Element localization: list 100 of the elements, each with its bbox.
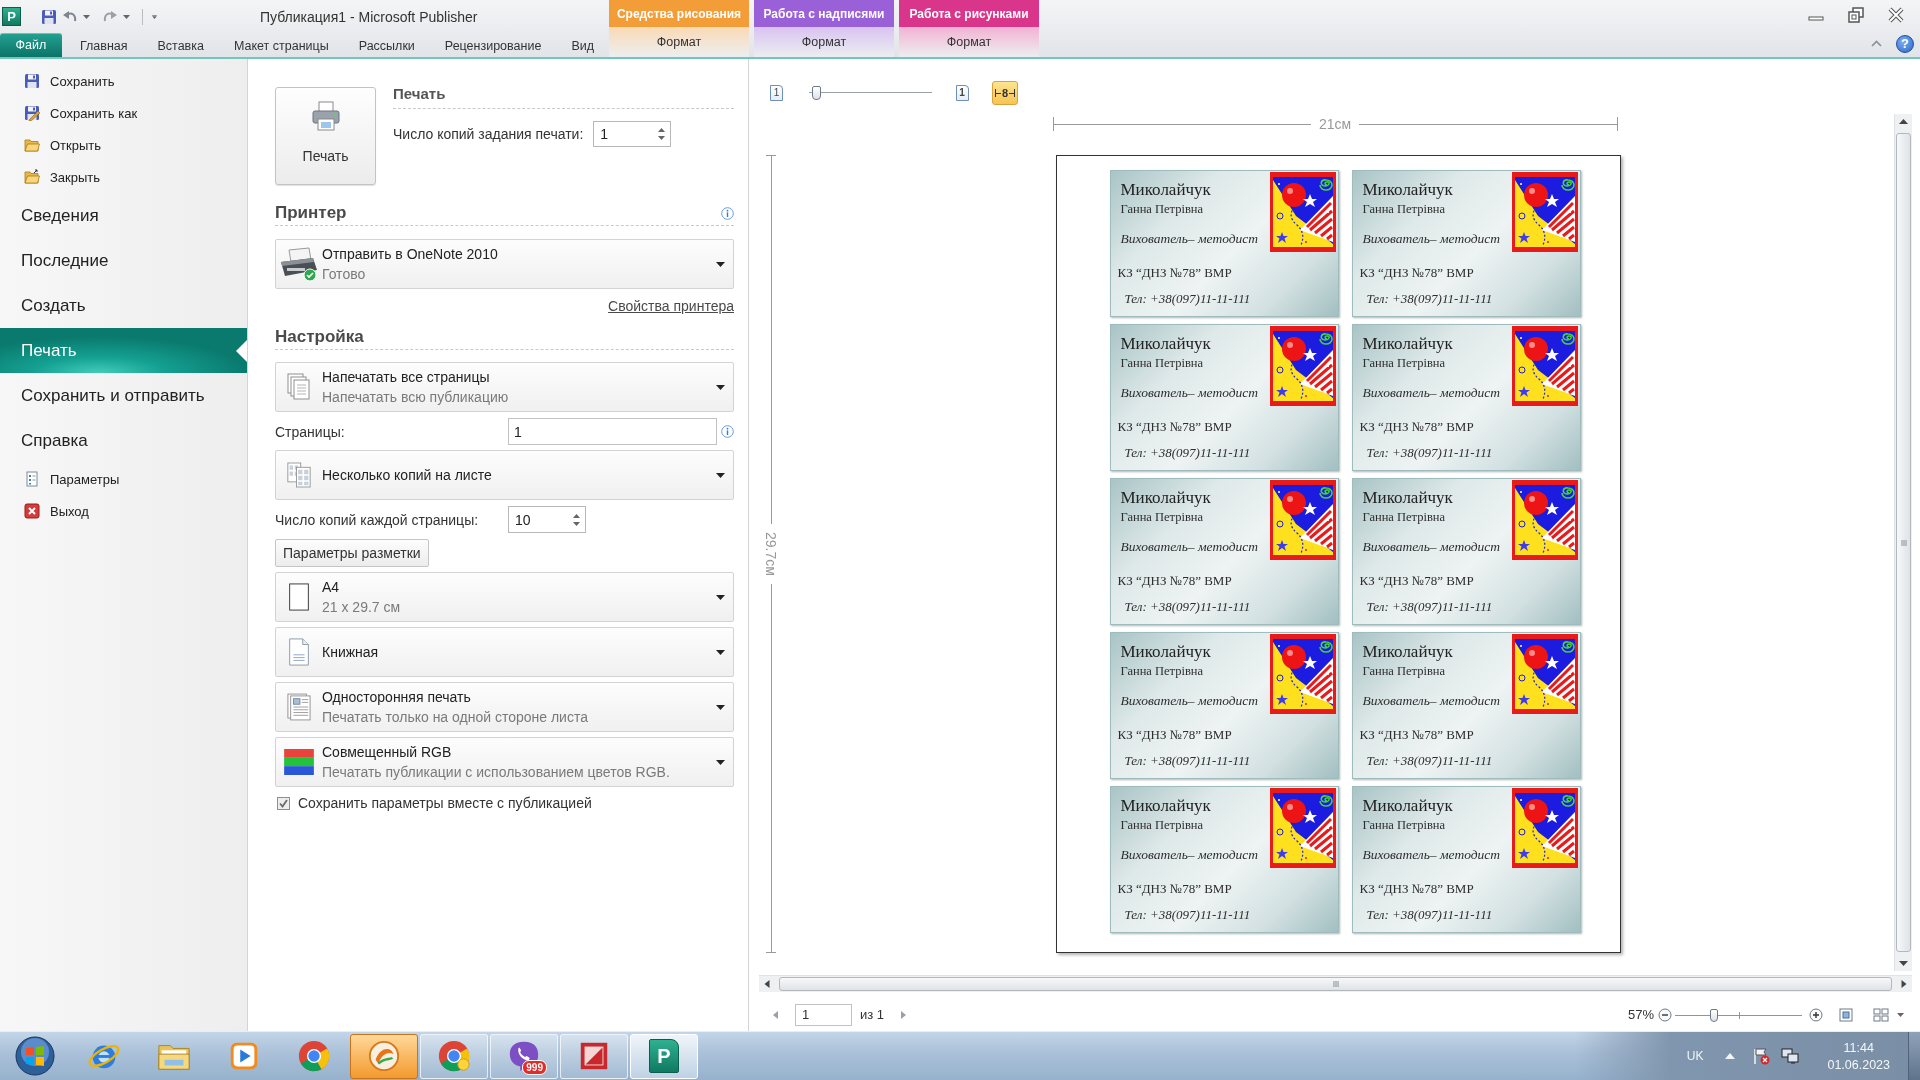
- monitors-icon[interactable]: [1781, 1047, 1800, 1065]
- taskbar-button[interactable]: [350, 1033, 418, 1079]
- multiple-pages-button[interactable]: 8: [992, 81, 1018, 105]
- taskbar-button[interactable]: 999: [490, 1033, 558, 1079]
- menu-item[interactable]: Печать: [0, 328, 247, 373]
- caret-icon[interactable]: [123, 14, 130, 19]
- restore-icon[interactable]: [1847, 6, 1865, 24]
- card-position: Вихователь– методист: [1362, 693, 1501, 709]
- settings-dropdown[interactable]: Совмещенный RGB Печатать публикации с использованием цветов RGB.: [275, 737, 734, 787]
- caret-icon[interactable]: [1897, 1012, 1904, 1017]
- copies-spin-field[interactable]: 1: [593, 121, 672, 147]
- grid-view-icon[interactable]: [1873, 1007, 1889, 1022]
- menu-item[interactable]: Справка: [0, 418, 247, 463]
- vertical-scrollbar[interactable]: [1894, 114, 1912, 971]
- zoom-slider[interactable]: [1673, 1007, 1804, 1022]
- info-icon[interactable]: [721, 206, 734, 220]
- dropdown-arrow-icon[interactable]: [716, 261, 725, 267]
- dropdown-arrow-icon[interactable]: [716, 759, 725, 765]
- print-button[interactable]: Печать: [275, 87, 376, 185]
- menu-item[interactable]: Закрыть: [0, 161, 247, 193]
- ribbon-tab[interactable]: Рассылки: [343, 33, 430, 57]
- settings-dropdown[interactable]: Напечатать все страницы Напечатать всю публикацию: [275, 362, 734, 412]
- section-heading: Печать: [393, 85, 446, 102]
- customize-caret-icon[interactable]: [151, 14, 158, 19]
- dropdown-arrow-icon[interactable]: [716, 384, 725, 390]
- p-tile-icon[interactable]: P: [2, 7, 21, 26]
- zoom-in-icon[interactable]: [1809, 1007, 1823, 1022]
- layout-options-button[interactable]: Параметры разметки: [275, 539, 429, 567]
- menu-item[interactable]: Сохранить и отправить: [0, 373, 247, 418]
- ribbon-tab[interactable]: Макет страницы: [218, 33, 344, 57]
- show-desktop-button[interactable]: [1908, 1032, 1920, 1080]
- fit-page-icon[interactable]: [1839, 1007, 1853, 1022]
- context-group-label: Средства рисования: [609, 0, 749, 27]
- printer-check-icon: [279, 246, 319, 282]
- tricolor-circle-icon: [437, 1039, 471, 1073]
- card-surname: Миколайчук: [1362, 180, 1453, 200]
- printer-properties-link[interactable]: Свойства принтера: [608, 297, 734, 315]
- spin-arrows-icon[interactable]: [657, 126, 667, 142]
- pages-slider[interactable]: [809, 86, 932, 100]
- slider-thumb[interactable]: [812, 86, 822, 100]
- file-tab[interactable]: Файл: [0, 33, 62, 57]
- menu-item[interactable]: Сохранить: [0, 65, 247, 97]
- pages-field[interactable]: 1: [508, 418, 717, 445]
- checkbox-label: Сохранить параметры вместе с публикацией: [298, 795, 592, 811]
- card-position: Вихователь– методист: [1362, 231, 1501, 247]
- settings-dropdown[interactable]: A4 21 x 29.7 см: [275, 572, 734, 622]
- next-page-icon[interactable]: [900, 1009, 908, 1020]
- menu-item[interactable]: Сохранить как: [0, 97, 247, 129]
- copies-spin-field[interactable]: 10: [508, 506, 586, 533]
- card-name: Ганна Петрівна: [1362, 355, 1446, 371]
- page-width-label: 21см: [1318, 116, 1352, 132]
- slider-thumb[interactable]: [1709, 1008, 1718, 1022]
- card-position: Вихователь– методист: [1120, 539, 1259, 555]
- up-triangle-icon[interactable]: [1725, 1053, 1736, 1059]
- horizontal-scrollbar[interactable]: [759, 975, 1912, 992]
- ribbon-tab[interactable]: Рецензирование: [429, 33, 557, 57]
- settings-dropdown[interactable]: Несколько копий на листе: [275, 450, 734, 500]
- dropdown-arrow-icon[interactable]: [716, 594, 725, 600]
- dropdown-arrow-icon[interactable]: [716, 472, 725, 478]
- dropdown-arrow-icon[interactable]: [716, 704, 725, 710]
- settings-dropdown[interactable]: Односторонняя печать Печатать только на одной стороне листа: [275, 682, 734, 732]
- close-icon[interactable]: [1887, 6, 1905, 24]
- folder-icon[interactable]: [24, 137, 40, 153]
- card-organization: КЗ “ДНЗ №78” ВМР: [1117, 419, 1232, 435]
- page-count-label: из 1: [860, 1007, 885, 1022]
- ribbon-tab[interactable]: Формат: [801, 35, 847, 49]
- page-icon[interactable]: 1: [770, 85, 783, 101]
- printer-dropdown[interactable]: Отправить в OneNote 2010 Готово: [275, 239, 734, 289]
- floppy-pencil-icon[interactable]: [24, 105, 40, 121]
- taskbar-button[interactable]: P: [630, 1033, 698, 1079]
- page-number-field[interactable]: 1: [795, 1003, 852, 1026]
- menu-item[interactable]: Последние: [0, 238, 247, 283]
- zoom-out-icon[interactable]: [1658, 1007, 1672, 1022]
- card-organization: КЗ “ДНЗ №78” ВМР: [1359, 573, 1474, 589]
- scrollbar-thumb[interactable]: [779, 977, 1892, 991]
- caret-icon[interactable]: [83, 14, 90, 19]
- menu-item[interactable]: Создать: [0, 283, 247, 328]
- ribbon-tab[interactable]: Главная: [64, 33, 143, 57]
- menu-item[interactable]: Сведения: [0, 193, 247, 238]
- ribbon-tab[interactable]: Вид: [556, 33, 609, 57]
- ribbon-tab[interactable]: Формат: [946, 35, 992, 49]
- settings-dropdown[interactable]: Книжная: [275, 627, 734, 677]
- info-icon[interactable]: [721, 425, 734, 438]
- menu-item[interactable]: Открыть: [0, 129, 247, 161]
- ribbon-tab[interactable]: Формат: [656, 35, 702, 49]
- ribbon-tab[interactable]: Вставка: [142, 33, 219, 57]
- scrollbar-thumb[interactable]: [1896, 133, 1911, 952]
- x-square-icon[interactable]: [24, 503, 40, 519]
- folder-arrow-icon[interactable]: [24, 169, 40, 185]
- dropdown-arrow-icon[interactable]: [716, 649, 725, 655]
- card-organization: КЗ “ДНЗ №78” ВМР: [1359, 419, 1474, 435]
- menu-item[interactable]: Выход: [0, 495, 247, 527]
- checkbox[interactable]: [277, 796, 290, 810]
- chevron-up-icon[interactable]: [1871, 40, 1882, 47]
- previous-page-icon[interactable]: [772, 1009, 779, 1020]
- zoom-percent[interactable]: 57%: [1627, 1007, 1654, 1022]
- checklist-page-icon[interactable]: [24, 471, 40, 487]
- flag-icon[interactable]: [1752, 1047, 1771, 1065]
- menu-item[interactable]: Параметры: [0, 463, 247, 495]
- spin-arrows-icon[interactable]: [572, 511, 581, 528]
